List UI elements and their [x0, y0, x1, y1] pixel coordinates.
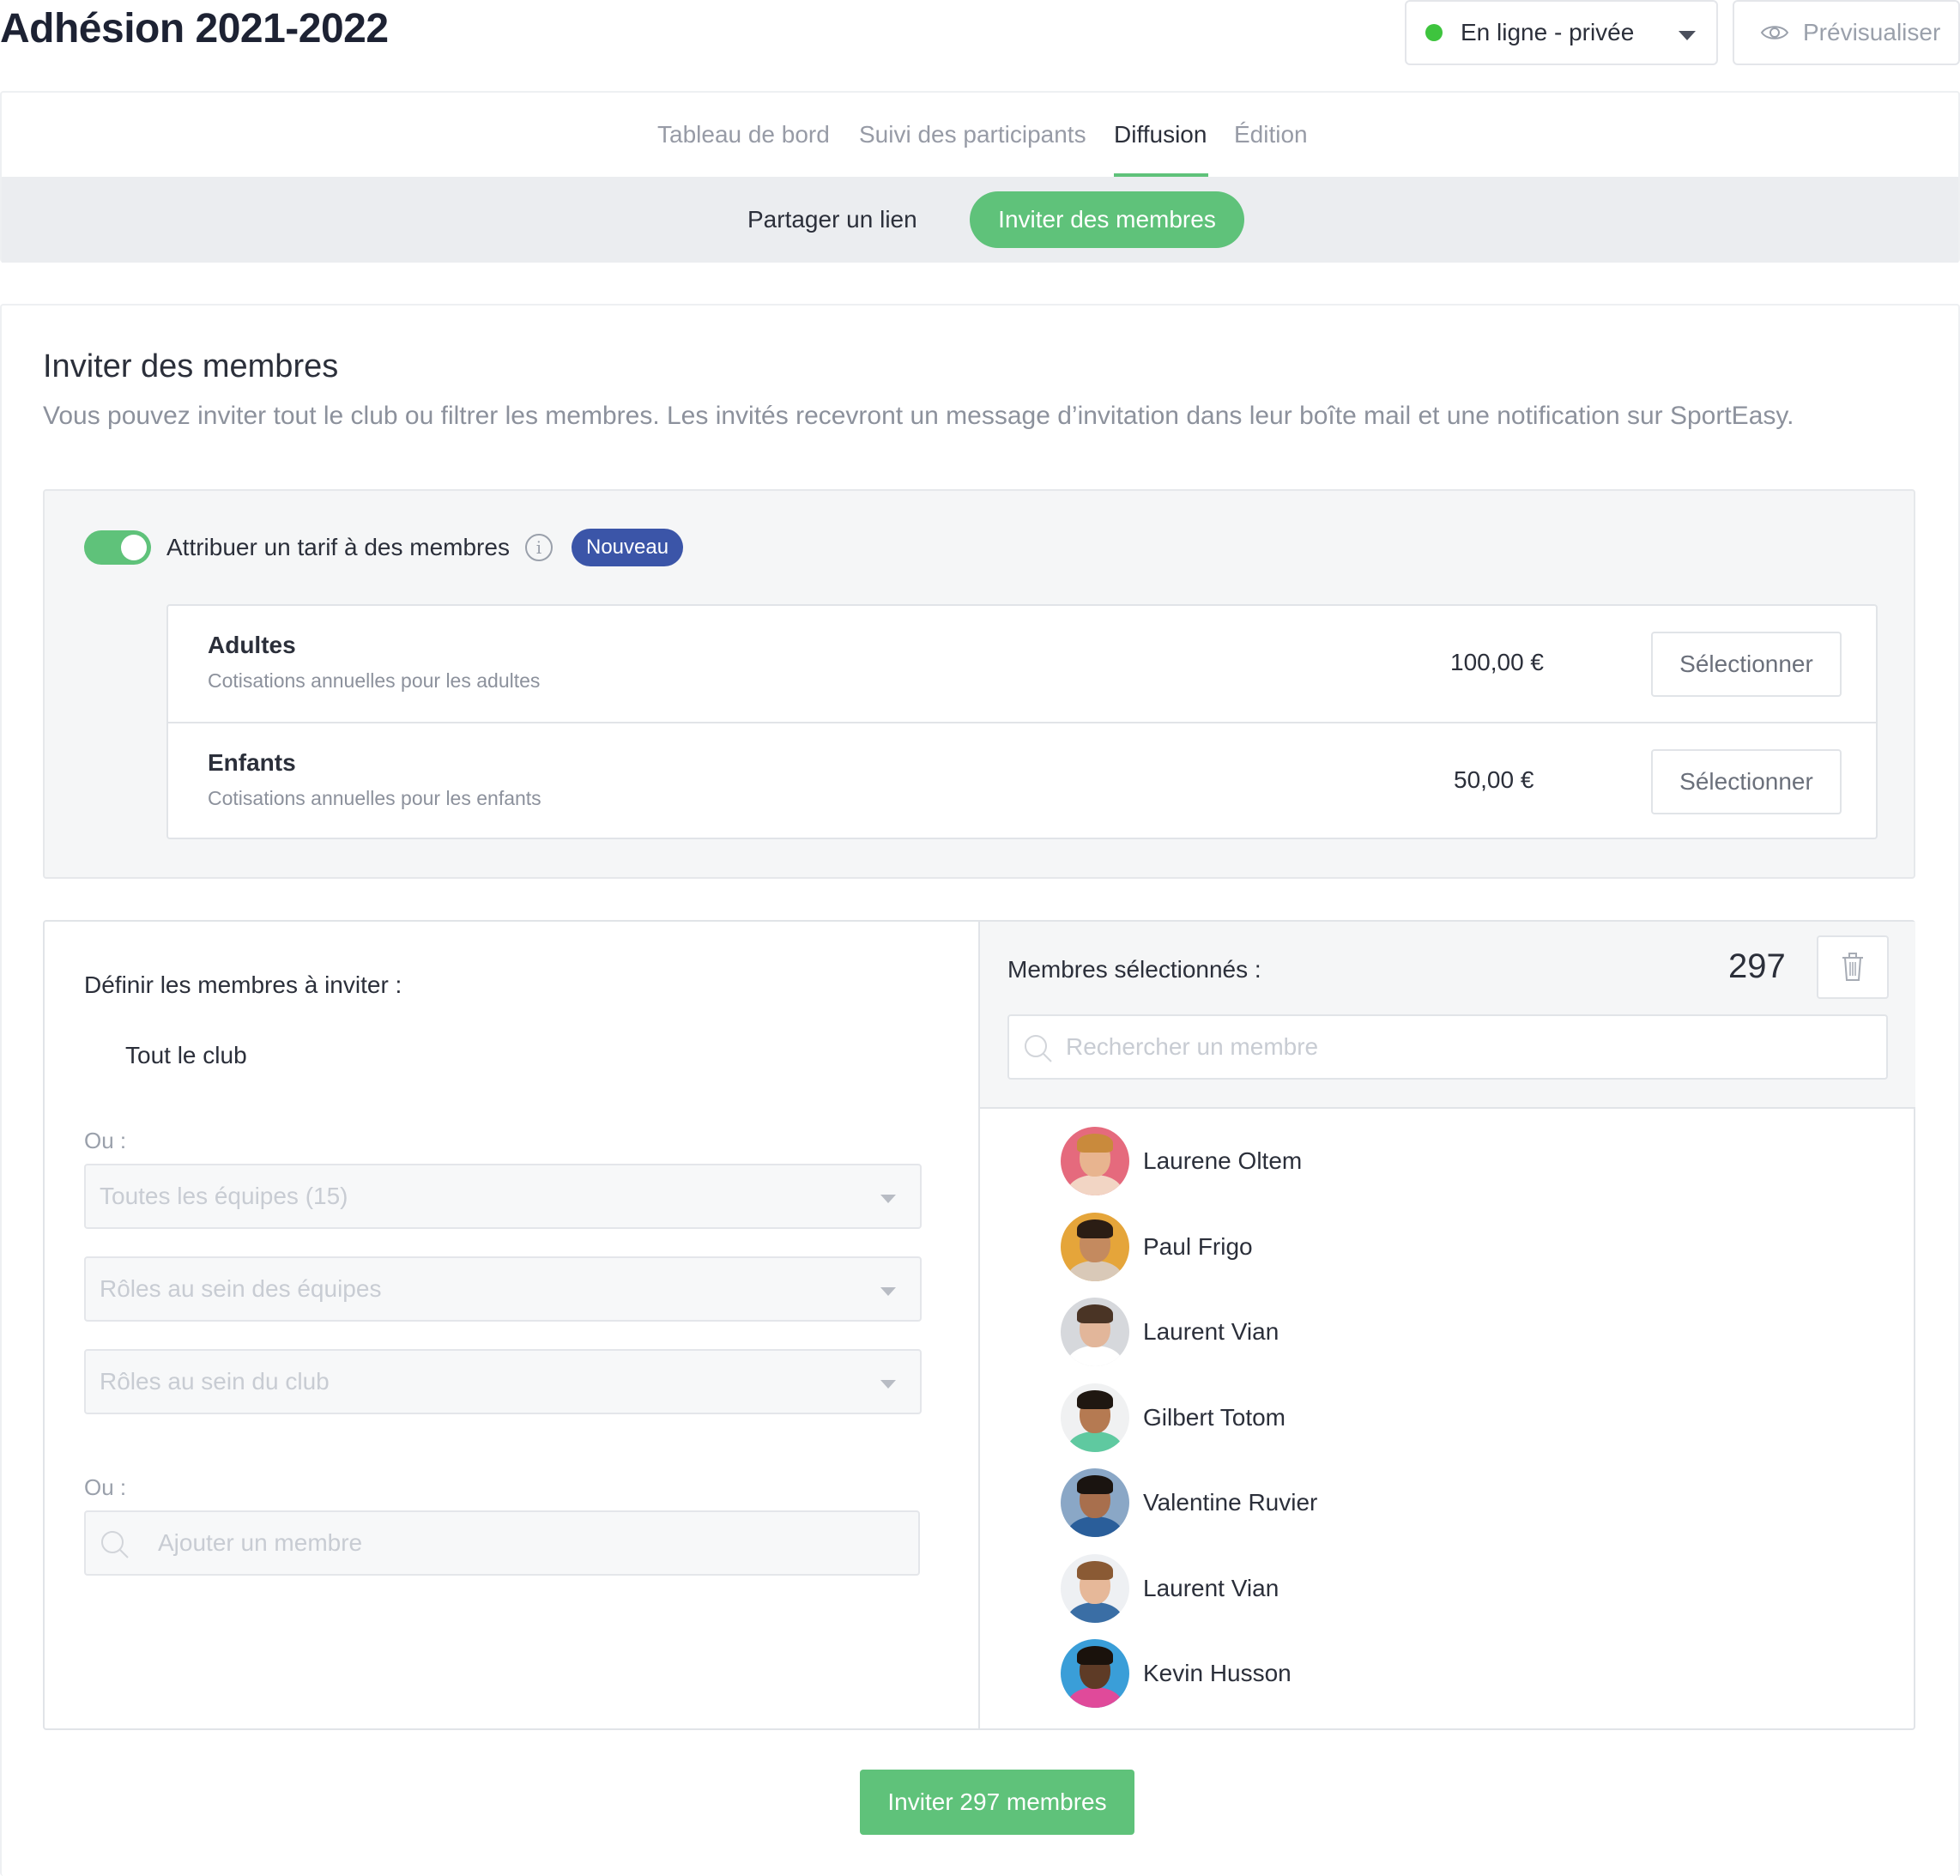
search-member-input[interactable]: Rechercher un membre: [1007, 1014, 1888, 1080]
online-status-dot: [1425, 24, 1443, 41]
share-link-tab[interactable]: Partager un lien: [747, 206, 917, 233]
tarif-panel: Attribuer un tarif à des membres i Nouve…: [43, 489, 1915, 879]
assign-tarif-toggle[interactable]: [84, 530, 151, 565]
section-title: Inviter des membres: [43, 348, 339, 384]
or-label: Ou :: [84, 1128, 127, 1153]
avatar: [1061, 1554, 1129, 1623]
member-name: Gilbert Totom: [1143, 1404, 1285, 1431]
avatar: [1061, 1639, 1129, 1708]
member-name: Paul Frigo: [1143, 1233, 1253, 1260]
club-roles-select[interactable]: Rôles au sein du club: [84, 1349, 922, 1414]
tarif-row-adults: Adultes Cotisations annuelles pour les a…: [168, 606, 1876, 722]
list-item[interactable]: Paul Frigo: [1061, 1212, 1661, 1282]
avatar: [1061, 1127, 1129, 1195]
chevron-down-icon: [1679, 31, 1696, 40]
clear-selection-button[interactable]: [1817, 935, 1889, 999]
sub-navigation: Partager un lien Inviter des membres: [2, 177, 1958, 263]
navigation-card: Tableau de bord Suivi des participants D…: [0, 91, 1960, 263]
trash-icon: [1842, 953, 1863, 981]
tab-participants[interactable]: Suivi des participants: [859, 121, 1086, 148]
member-name: Laurene Oltem: [1143, 1147, 1303, 1174]
new-badge: Nouveau: [572, 529, 684, 566]
team-roles-select[interactable]: Rôles au sein des équipes: [84, 1256, 922, 1322]
tab-diffusion[interactable]: Diffusion: [1114, 121, 1207, 148]
member-filters: Définir les membres à inviter : Tout le …: [45, 922, 980, 1728]
members-panel: Définir les membres à inviter : Tout le …: [43, 920, 1915, 1730]
search-icon: [1025, 1035, 1052, 1062]
avatar: [1061, 1213, 1129, 1281]
list-item[interactable]: Valentine Ruvier: [1061, 1468, 1661, 1538]
list-item[interactable]: Laurent Vian: [1061, 1553, 1661, 1624]
tarif-price: 50,00 €: [1454, 766, 1534, 793]
tab-dashboard[interactable]: Tableau de bord: [657, 121, 830, 148]
or-label: Ou :: [84, 1474, 127, 1500]
tarif-list: Adultes Cotisations annuelles pour les a…: [166, 604, 1878, 839]
tarif-description: Cotisations annuelles pour les adultes: [208, 669, 541, 692]
selected-members-label: Membres sélectionnés :: [1007, 956, 1261, 983]
teams-select[interactable]: Toutes les équipes (15): [84, 1164, 922, 1229]
info-icon[interactable]: i: [525, 534, 553, 561]
search-icon: [101, 1531, 129, 1558]
page-title: Adhésion 2021-2022: [0, 6, 389, 51]
member-name: Laurent Vian: [1143, 1575, 1279, 1601]
assign-tarif-label: Attribuer un tarif à des membres: [166, 534, 510, 560]
list-item[interactable]: Gilbert Totom: [1061, 1383, 1661, 1453]
member-name: Kevin Husson: [1143, 1660, 1292, 1686]
section-description: Vous pouvez inviter tout le club ou filt…: [43, 402, 1794, 430]
preview-button[interactable]: Prévisualiser: [1733, 0, 1960, 65]
avatar: [1061, 1298, 1129, 1366]
main-tabs: Tableau de bord Suivi des participants D…: [2, 93, 1958, 177]
list-item[interactable]: Kevin Husson: [1061, 1638, 1661, 1709]
member-name: Valentine Ruvier: [1143, 1489, 1318, 1516]
preview-label: Prévisualiser: [1803, 19, 1941, 45]
status-dropdown[interactable]: En ligne - privée: [1405, 0, 1718, 65]
select-tarif-button[interactable]: Sélectionner: [1651, 749, 1842, 814]
selected-members-count: 297: [1728, 947, 1786, 985]
invite-members-button[interactable]: Inviter 297 membres: [860, 1770, 1134, 1835]
add-member-input[interactable]: Ajouter un membre: [84, 1510, 920, 1576]
list-item[interactable]: Laurene Oltem: [1061, 1126, 1661, 1196]
tarif-price: 100,00 €: [1450, 649, 1544, 675]
selected-members-header: Membres sélectionnés : 297 Rechercher un…: [980, 922, 1915, 1109]
eye-icon: [1760, 26, 1789, 39]
invite-members-tab[interactable]: Inviter des membres: [970, 191, 1244, 248]
selected-members: Membres sélectionnés : 297 Rechercher un…: [980, 922, 1915, 1728]
whole-club-option[interactable]: Tout le club: [125, 1042, 247, 1069]
tarif-row-children: Enfants Cotisations annuelles pour les e…: [168, 722, 1876, 838]
avatar: [1061, 1468, 1129, 1537]
add-member-placeholder: Ajouter un membre: [158, 1529, 363, 1556]
invite-card: Inviter des membres Vous pouvez inviter …: [0, 304, 1960, 1876]
tarif-name: Adultes: [208, 632, 296, 658]
avatar: [1061, 1383, 1129, 1452]
member-name: Laurent Vian: [1143, 1318, 1279, 1345]
status-label: En ligne - privée: [1461, 19, 1635, 45]
search-member-placeholder: Rechercher un membre: [1066, 1033, 1319, 1060]
tarif-description: Cotisations annuelles pour les enfants: [208, 787, 541, 809]
tab-edition[interactable]: Édition: [1234, 121, 1308, 148]
define-members-label: Définir les membres à inviter :: [84, 971, 402, 998]
tarif-name: Enfants: [208, 749, 296, 776]
list-item[interactable]: Laurent Vian: [1061, 1297, 1661, 1367]
select-tarif-button[interactable]: Sélectionner: [1651, 632, 1842, 697]
